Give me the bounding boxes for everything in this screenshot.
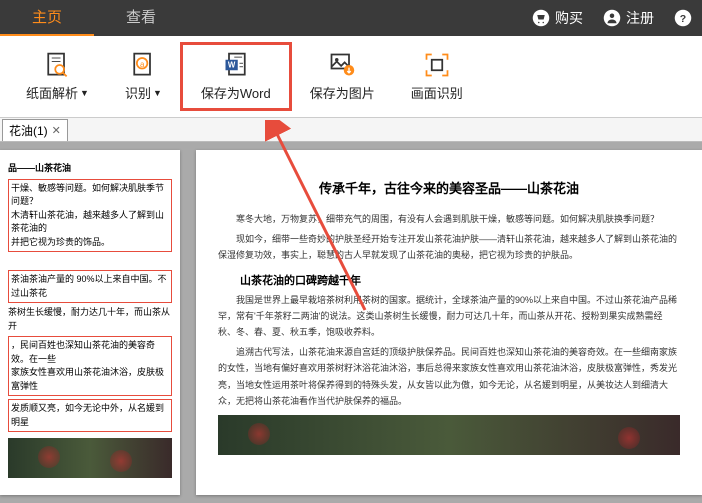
page-preview-left: 品——山茶花油 干燥、敏感等问题。如何解决肌肤季节问题？ 木清轩山茶花油，越来越… <box>0 150 180 495</box>
paragraph: 现如今，细带一些奇妙的护肤圣经开始专注开发山茶花油护肤——清轩山茶花油，越来越多… <box>218 231 680 263</box>
svg-text:?: ? <box>680 13 686 25</box>
image-save-icon <box>328 51 356 79</box>
image-strip <box>8 438 172 478</box>
tool-recognize[interactable]: a 识别▼ <box>107 45 180 108</box>
tool-label: 保存为Word <box>201 83 271 102</box>
page-preview-right: 传承千年，古往今来的美容圣品——山茶花油 寒冬大地，万物复苏，细带充气的周围，有… <box>196 150 702 495</box>
left-heading: 品——山茶花油 <box>8 163 71 173</box>
tool-screen-recognize[interactable]: 画面识别 <box>393 45 481 108</box>
user-icon <box>603 9 621 27</box>
register-button[interactable]: 注册 <box>593 8 664 28</box>
tool-save-image[interactable]: 保存为图片 <box>292 45 393 108</box>
tool-paper-analysis[interactable]: 纸面解析▼ <box>8 45 107 108</box>
content-area: 品——山茶花油 干燥、敏感等问题。如何解决肌肤季节问题？ 木清轩山茶花油，越来越… <box>0 142 702 503</box>
buy-button[interactable]: 购买 <box>522 8 593 28</box>
tool-save-word[interactable]: W 保存为Word <box>180 42 292 111</box>
image-strip <box>218 415 680 455</box>
paragraph: 我国是世界上最早栽培茶树利用茶树的国家。据统计，全球茶油产量的90%以上来自中国… <box>218 292 680 341</box>
screen-capture-icon <box>423 51 451 79</box>
tool-label: 识别 <box>125 83 151 102</box>
subtitle: 山茶花油的口碑跨越千年 <box>218 272 680 288</box>
document-search-icon <box>43 51 71 79</box>
cart-icon <box>532 9 550 27</box>
svg-text:a: a <box>140 60 145 69</box>
buy-label: 购买 <box>555 8 583 28</box>
paragraph: 寒冬大地，万物复苏，细带充气的周围，有没有人会遇到肌肤干燥，敏感等问题。如何解决… <box>218 211 680 227</box>
close-icon[interactable]: ✕ <box>52 124 61 137</box>
tool-label: 纸面解析 <box>26 83 78 102</box>
help-icon: ? <box>674 9 692 27</box>
doc-title: 传承千年，古往今来的美容圣品——山茶花油 <box>218 178 680 197</box>
chevron-down-icon: ▼ <box>153 88 162 98</box>
paragraph: 追溯古代写法，山茶花油来源自宫廷的顶级护肤保养品。民间百姓也深知山茶花油的美容奇… <box>218 344 680 409</box>
highlight-box: 干燥、敏感等问题。如何解决肌肤季节问题？ 木清轩山茶花油，越来越多人了解到山茶花… <box>8 179 172 253</box>
svg-text:W: W <box>228 61 236 70</box>
chevron-down-icon: ▼ <box>80 88 89 98</box>
recognize-icon: a <box>129 51 157 79</box>
register-label: 注册 <box>626 8 654 28</box>
document-tab[interactable]: 花油(1) ✕ <box>2 119 68 141</box>
highlight-box: 茶油茶油产量的 90%以上来自中国。不过山茶花 <box>8 270 172 303</box>
highlight-box: ，民间百姓也深知山茶花油的美容奇效。在一些 家族女性喜欢用山茶花油沐浴，皮肤极富… <box>8 336 172 396</box>
tab-view[interactable]: 查看 <box>94 0 188 36</box>
help-button[interactable]: ? <box>664 9 702 27</box>
tab-home[interactable]: 主页 <box>0 0 94 36</box>
doctab-title: 花油(1) <box>9 122 48 139</box>
word-icon: W <box>222 51 250 79</box>
tool-label: 保存为图片 <box>310 83 375 102</box>
highlight-box: 发质顺又亮，如今无论中外，从名媛到明星 <box>8 399 172 432</box>
tool-label: 画面识别 <box>411 83 463 102</box>
